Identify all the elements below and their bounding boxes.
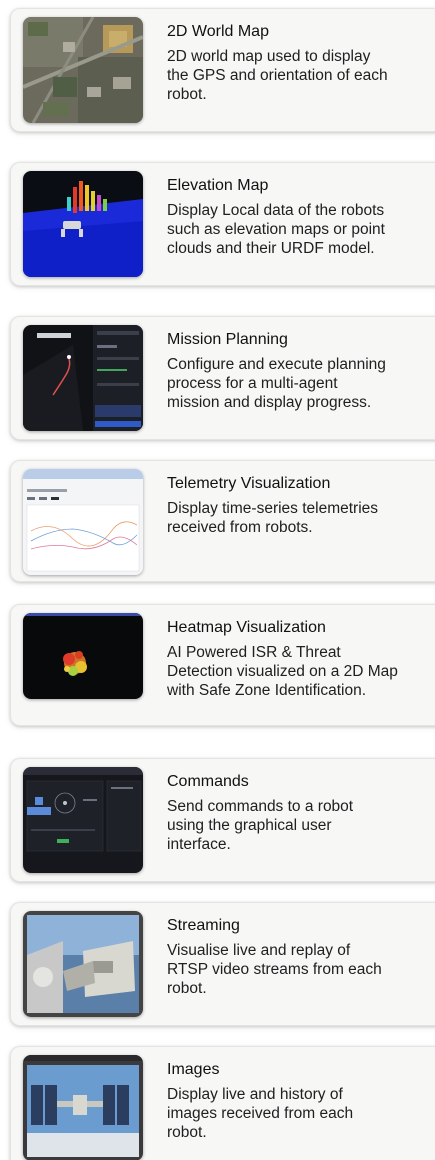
feature-description: Visualise live and replay of RTSP video … [167, 942, 382, 997]
feature-description: Display live and history of images recei… [167, 1086, 354, 1141]
feature-card-mission-planning[interactable]: Mission Planning Configure and execute p… [10, 316, 435, 440]
feature-card-heatmap-visualization[interactable]: Heatmap Visualization AI Powered ISR & T… [10, 604, 435, 726]
feature-title: Heatmap Visualization [167, 619, 326, 636]
telemetry-chart-thumbnail [23, 469, 143, 575]
feature-title: Commands [167, 773, 249, 790]
feature-card-elevation-map[interactable]: Elevation Map Display Local data of the … [10, 162, 435, 286]
feature-description: Configure and execute planning process f… [167, 356, 386, 411]
satellite-map-thumbnail [23, 17, 143, 123]
heatmap-thumbnail [23, 613, 143, 699]
video-stream-thumbnail [23, 911, 143, 1017]
feature-card-commands[interactable]: Commands Send commands to a robot using … [10, 758, 435, 882]
feature-description: Display time-series telemetries received… [167, 500, 379, 536]
feature-title: 2D World Map [167, 23, 269, 40]
feature-description: Send commands to a robot using the graph… [167, 798, 354, 853]
feature-card-2d-world-map[interactable]: 2D World Map 2D world map used to displa… [10, 8, 435, 132]
feature-title: Telemetry Visualization [167, 475, 331, 492]
feature-title: Images [167, 1061, 220, 1078]
mission-planner-thumbnail [23, 325, 143, 431]
command-panel-thumbnail [23, 767, 143, 873]
elevation-map-thumbnail [23, 171, 143, 277]
feature-title: Elevation Map [167, 177, 269, 194]
feature-description: 2D world map used to display the GPS and… [167, 48, 388, 103]
image-gallery-thumbnail [23, 1055, 143, 1160]
feature-card-images[interactable]: Images Display live and history of image… [10, 1046, 435, 1160]
feature-title: Streaming [167, 917, 240, 934]
feature-description: AI Powered ISR & Threat Detection visual… [167, 644, 398, 699]
feature-title: Mission Planning [167, 331, 288, 348]
feature-description: Display Local data of the robots such as… [167, 202, 385, 257]
feature-card-telemetry-visualization[interactable]: Telemetry Visualization Display time-ser… [10, 460, 435, 582]
feature-card-streaming[interactable]: Streaming Visualise live and replay of R… [10, 902, 435, 1026]
